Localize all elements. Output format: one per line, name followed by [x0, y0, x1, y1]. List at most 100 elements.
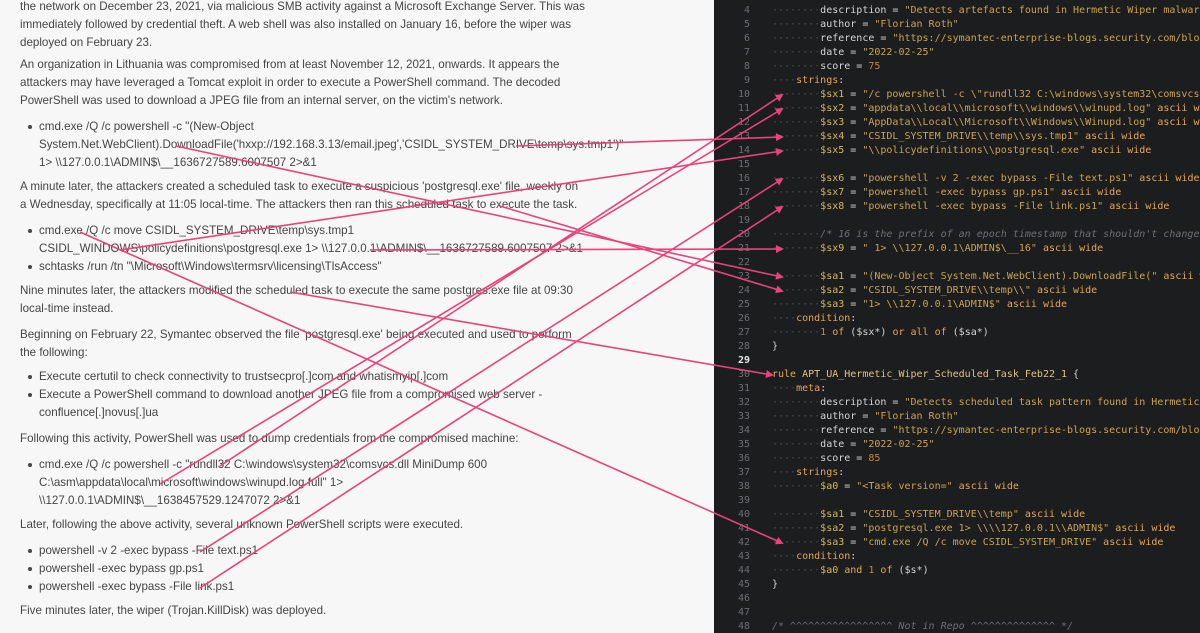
bullet-text: cmd.exe /Q /c powershell -c "(New-Object	[39, 120, 254, 133]
code-line[interactable]: 19	[714, 214, 1200, 228]
code-line[interactable]: 27 ········1 of ($sx*) or all of ($sa*)	[714, 326, 1200, 340]
code-line[interactable]: 4 ········description = "Detects artefact…	[714, 4, 1200, 18]
token-plain: {	[1067, 369, 1080, 380]
code-line[interactable]: 34 ········reference = "https://symantec-…	[714, 424, 1200, 438]
code-line[interactable]: 6 ········reference = "https://symantec-e…	[714, 32, 1200, 46]
token-num: 75	[868, 61, 881, 72]
code-line[interactable]: 23 ········$sa1 = "(New-Object System.Net…	[714, 270, 1200, 284]
code-line[interactable]: 17 ········$sx7 = "powershell -exec bypas…	[714, 186, 1200, 200]
line-number: 20	[737, 229, 750, 240]
code-line[interactable]: 12 ········$sx3 = "AppData\\Local\\Micros…	[714, 116, 1200, 130]
line-number: 4	[743, 5, 750, 16]
paragraph-line: Beginning on February 22, Symantec obser…	[20, 328, 572, 341]
token-str: "/c powershell -c \"rundll32 C:\windows\…	[862, 89, 1200, 100]
code-text: ········description = "Detects artefacts…	[772, 4, 1200, 18]
code-line[interactable]: 46	[714, 592, 1200, 606]
code-line[interactable]: 28}	[714, 340, 1200, 354]
indent-guide: ········	[772, 131, 821, 142]
token-sect: condition	[796, 313, 851, 324]
token-kw: of	[880, 565, 893, 576]
code-line[interactable]: 38 ········$a0 = "<Task version=" ascii w…	[714, 480, 1200, 494]
code-line[interactable]: 31 ····meta:	[714, 382, 1200, 396]
code-line[interactable]: 41 ········$sa2 = "postgresql.exe 1> \\\\…	[714, 522, 1200, 536]
code-line[interactable]: 32 ········description = "Detects schedul…	[714, 396, 1200, 410]
token-str: "powershell -v 2 -exec bypass -File text…	[862, 173, 1134, 184]
code-line[interactable]: 47	[714, 606, 1200, 620]
code-line[interactable]: 37 ····strings:	[714, 466, 1200, 480]
bullet-dot	[28, 393, 32, 397]
token-var: $sx4	[820, 131, 845, 142]
line-number: 44	[737, 565, 750, 576]
paragraph-line: An organization in Lithuania was comprom…	[20, 58, 560, 71]
bullet-6-line: cmd.exe /Q /c powershell -c "rundll32 C:…	[20, 456, 580, 474]
code-line[interactable]: 13 ········$sx4 = "CSIDL_SYSTEM_DRIVE\\te…	[714, 130, 1200, 144]
code-text: ····condition:	[772, 550, 856, 564]
bullet-6-line: \\127.0.0.1\ADMIN$\__1638457529.1247072 …	[20, 492, 580, 510]
token-plain: =	[844, 47, 863, 58]
token-plain: =	[850, 453, 869, 464]
bullet-text: Execute certutil to check connectivity t…	[39, 370, 449, 383]
code-line[interactable]: 11 ········$sx2 = "appdata\\local\\micros…	[714, 102, 1200, 116]
code-line[interactable]: 15	[714, 158, 1200, 172]
code-line[interactable]: 8 ········score = 75	[714, 60, 1200, 74]
code-line[interactable]: 36 ········score = 85	[714, 452, 1200, 466]
indent-guide: ········	[772, 173, 821, 184]
line-number: 35	[737, 439, 750, 450]
code-text: }	[772, 340, 778, 354]
code-text: ········score = 85	[772, 452, 880, 466]
bullet-3-line: schtasks /run /tn "\Microsoft\Windows\te…	[20, 258, 580, 276]
paragraph-line: a Wednesday, specifically at 11:05 local…	[20, 198, 578, 211]
code-line[interactable]: 44 ········$a0 and 1 of ($s*)	[714, 564, 1200, 578]
code-text: /* ^^^^^^^^^^^^^^^^^ Not in Repo ^^^^^^^…	[772, 620, 1073, 633]
code-line[interactable]: 30 rule APT_UA_Hermetic_Wiper_Scheduled_T…	[714, 368, 1200, 382]
code-line[interactable]: 45}	[714, 578, 1200, 592]
code-line[interactable]: 26 ····condition:	[714, 312, 1200, 326]
bullet-dot	[28, 585, 32, 589]
code-line[interactable]: 43 ····condition:	[714, 550, 1200, 564]
token-plain: =	[844, 271, 863, 282]
paragraph-line: local-time instead.	[20, 302, 114, 315]
code-line[interactable]: 21 ········$sx9 = " 1> \\127.0.0.1\ADMIN$…	[714, 242, 1200, 256]
code-text: ········/* 16 is the prefix of an epoch …	[772, 228, 1200, 242]
code-line[interactable]: 39	[714, 494, 1200, 508]
code-text: ········score = 75	[772, 60, 880, 74]
code-line[interactable]: 40 ········$sa1 = "CSIDL_SYSTEM_DRIVE\\te…	[714, 508, 1200, 522]
code-line[interactable]: 42 ········$sa3 = "cmd.exe /Q /c move CSI…	[714, 536, 1200, 550]
code-line[interactable]: 22	[714, 256, 1200, 270]
code-line[interactable]: 20 ········/* 16 is the prefix of an epoc…	[714, 228, 1200, 242]
code-line[interactable]: 18 ········$sx8 = "powershell -exec bypas…	[714, 200, 1200, 214]
token-str: " 1> \\127.0.0.1\ADMIN$\__16"	[862, 243, 1037, 254]
token-var: $sx1	[820, 89, 845, 100]
code-line[interactable]: 48 /* ^^^^^^^^^^^^^^^^^ Not in Repo ^^^^^…	[714, 620, 1200, 633]
bullet-text: powershell -exec bypass gp.ps1	[39, 562, 204, 575]
token-plain: =	[838, 481, 857, 492]
code-line[interactable]: 14 ········$sx5 = "\\policydefinitions\\p…	[714, 144, 1200, 158]
token-kw: ascii wide	[1024, 509, 1086, 520]
code-line[interactable]: 10 ········$sx1 = "/c powershell -c \"run…	[714, 88, 1200, 102]
code-text: ········$sx9 = " 1> \\127.0.0.1\ADMIN$\_…	[772, 242, 1103, 256]
token-str: "CSIDL_SYSTEM_DRIVE\\temp\\sys.tmp1"	[862, 131, 1080, 142]
paragraph-line: Following this activity, PowerShell was …	[20, 432, 519, 445]
bullet-dot	[28, 375, 32, 379]
code-line[interactable]: 25 ········$sa3 = "1> \\127.0.0.1\ADMIN$"…	[714, 298, 1200, 312]
code-editor-panel[interactable]: 4 ········description = "Detects artefact…	[714, 0, 1200, 633]
token-cmt: /* ^^^^^^^^^^^^^^^^^ Not in Repo ^^^^^^^…	[772, 621, 1074, 632]
token-str: "AppData\\Local\\Microsoft\\Windows\\Win…	[862, 117, 1152, 128]
code-line[interactable]: 16 ········$sx6 = "powershell -v 2 -exec …	[714, 172, 1200, 186]
code-line[interactable]: 7 ········date = "2022-02-25"	[714, 46, 1200, 60]
token-plain: :	[820, 383, 827, 394]
indent-guide: ········	[772, 327, 821, 338]
line-number: 24	[737, 285, 750, 296]
token-var: $a0	[820, 481, 839, 492]
code-line[interactable]: 9 ····strings:	[714, 74, 1200, 88]
code-line[interactable]: 33 ········author = "Florian Roth"	[714, 410, 1200, 424]
bullet-dot	[28, 463, 32, 467]
code-line[interactable]: 5 ········author = "Florian Roth"	[714, 18, 1200, 32]
code-line[interactable]: 29	[714, 354, 1200, 368]
bullet-text: cmd.exe /Q /c move CSIDL_SYSTEM_DRIVE\te…	[39, 224, 355, 237]
code-line[interactable]: 24 ········$sa2 = "CSIDL_SYSTEM_DRIVE\\te…	[714, 284, 1200, 298]
code-text: ········$a0 and 1 of ($s*)	[772, 564, 929, 578]
code-line[interactable]: 35 ········date = "2022-02-25"	[714, 438, 1200, 452]
token-str: "Detects scheduled task pattern found in…	[904, 397, 1200, 408]
line-number: 45	[737, 579, 750, 590]
